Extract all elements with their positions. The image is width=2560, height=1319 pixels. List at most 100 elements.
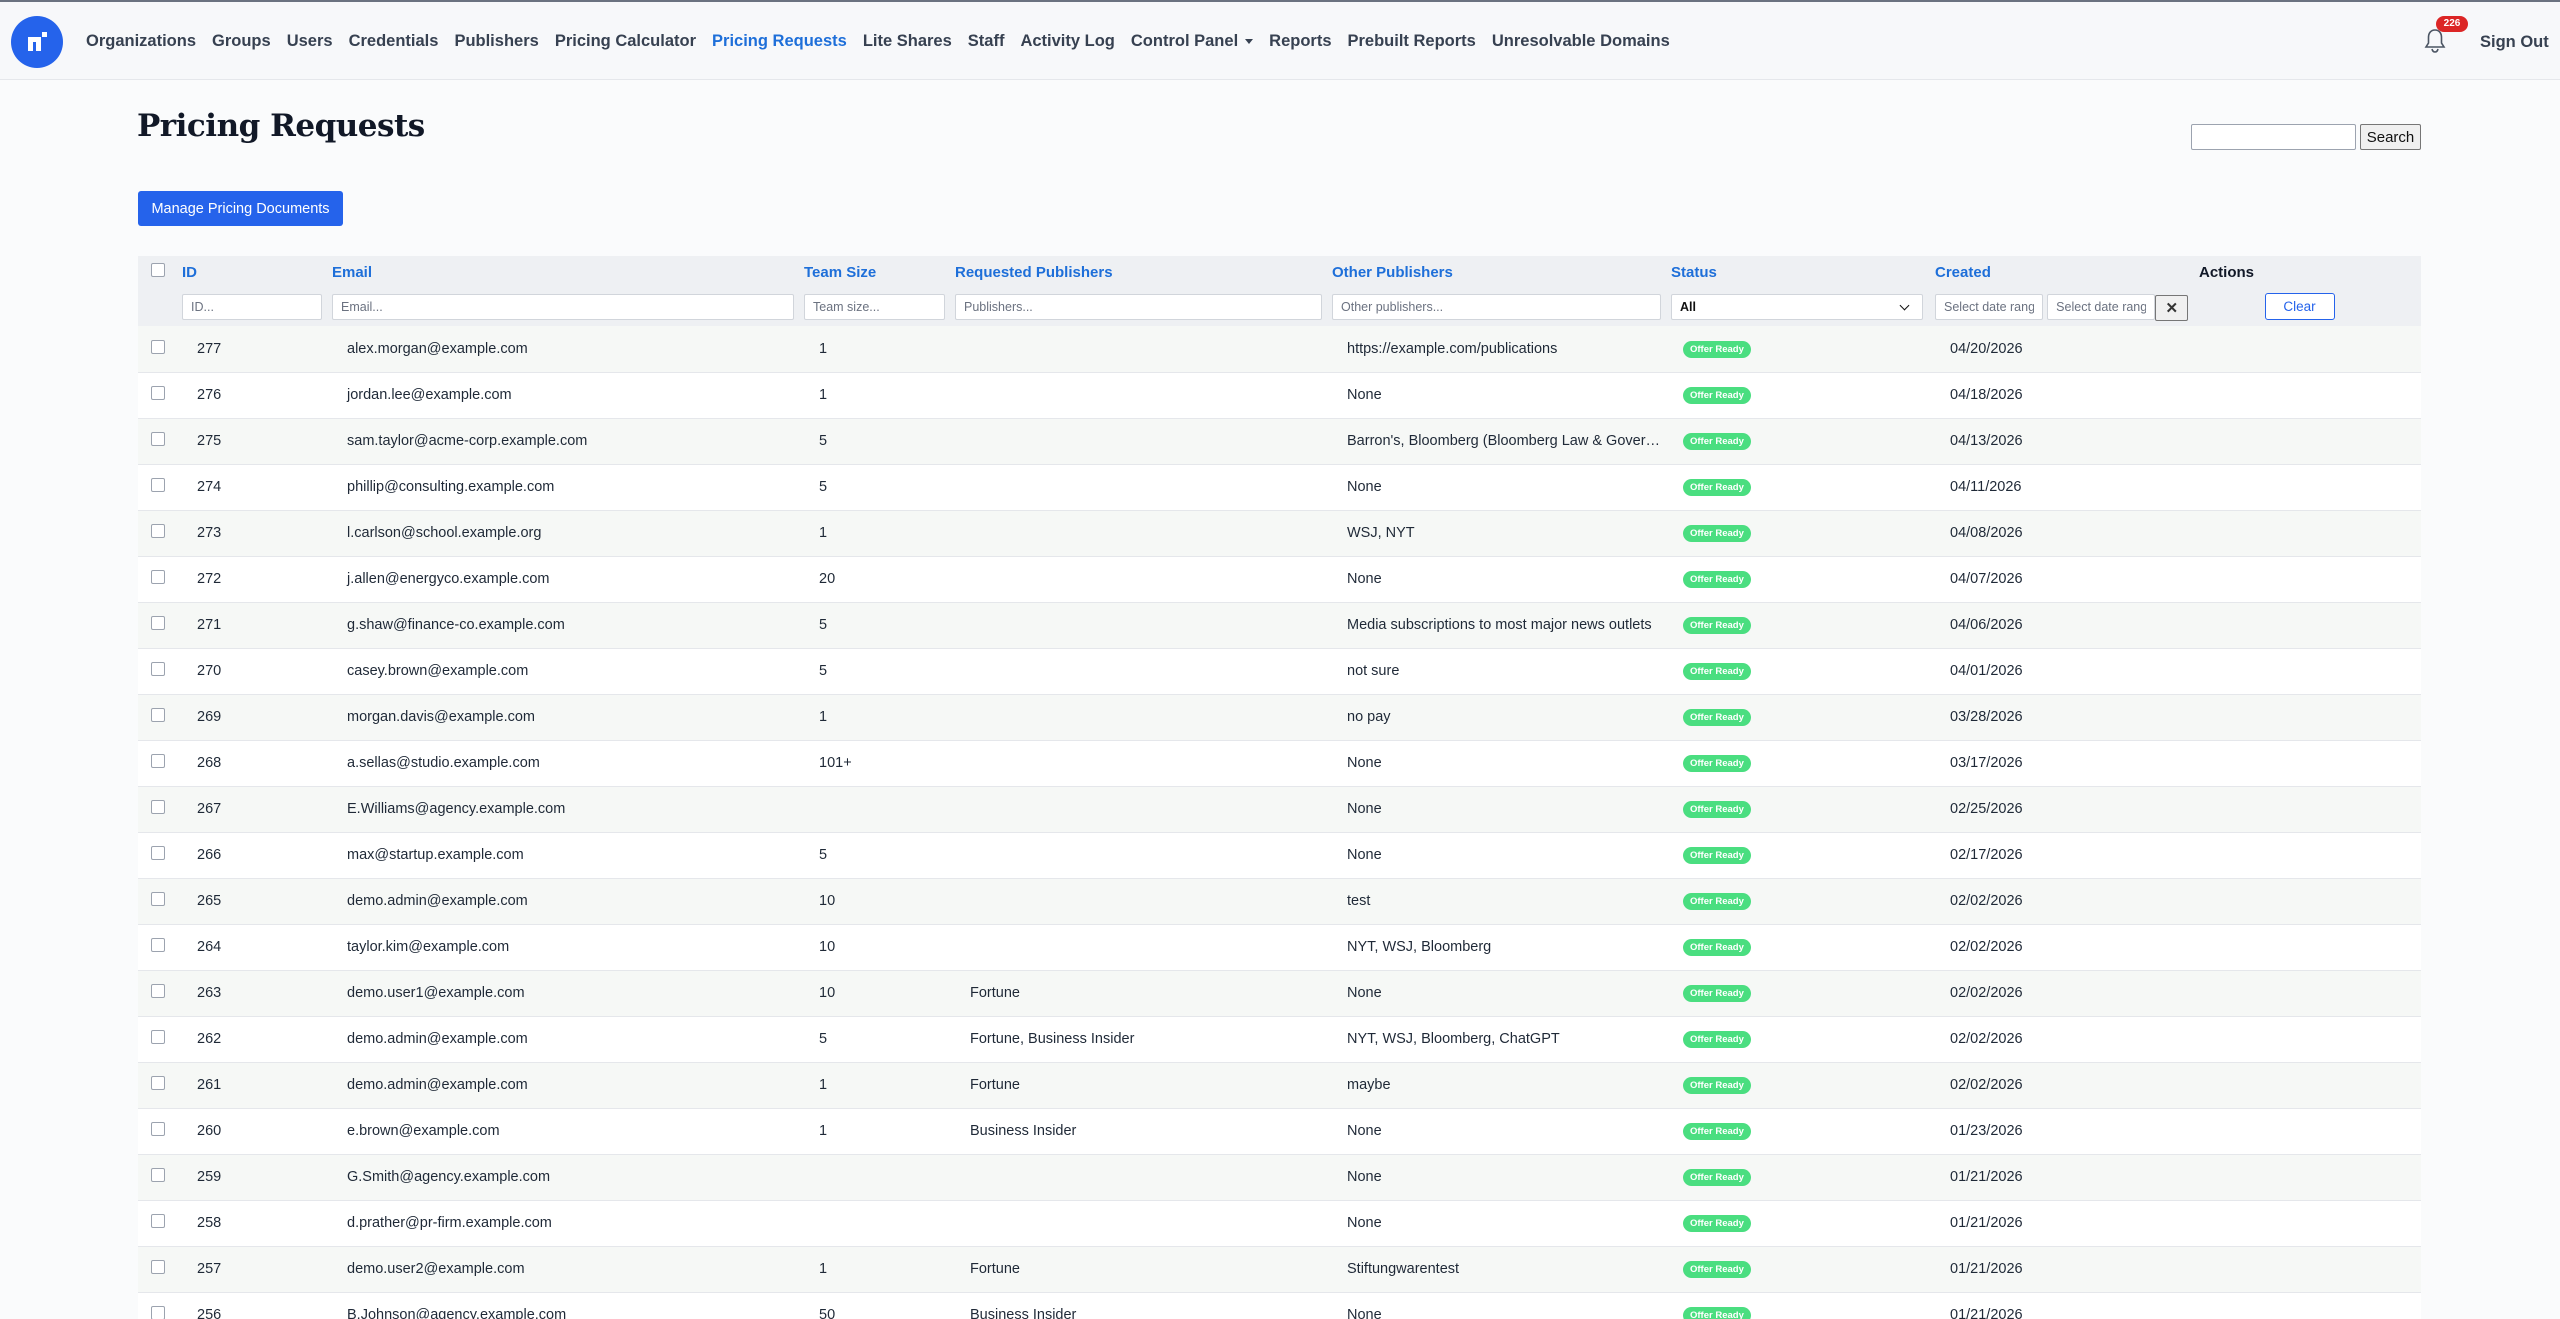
row-checkbox[interactable] (151, 662, 165, 676)
row-created-date: 02/02/2026 (1950, 893, 2023, 909)
column-header-id[interactable]: ID (182, 256, 332, 288)
clear-filters-button[interactable]: Clear (2264, 293, 2335, 321)
row-checkbox[interactable] (151, 1306, 165, 1319)
nav-link-activity-log[interactable]: Activity Log (1020, 32, 1114, 51)
row-created-date: 02/02/2026 (1950, 985, 2023, 1001)
row-created-date: 01/21/2026 (1950, 1307, 2023, 1319)
row-created-date: 01/21/2026 (1950, 1169, 2023, 1185)
id-filter-input[interactable] (182, 294, 322, 320)
row-checkbox[interactable] (151, 478, 165, 492)
logo-mark-icon (28, 32, 47, 51)
row-checkbox[interactable] (151, 570, 165, 584)
column-header-other-publishers[interactable]: Other Publishers (1332, 256, 1671, 288)
row-checkbox[interactable] (151, 708, 165, 722)
nav-link-pricing-requests[interactable]: Pricing Requests (712, 32, 847, 51)
row-requested-publishers: Business Insider (970, 1307, 1077, 1319)
row-other-publishers: https://example.com/publications (1347, 340, 1558, 357)
nav-link-organizations[interactable]: Organizations (86, 32, 196, 51)
status-badge: Offer Ready (1683, 340, 1751, 358)
row-checkbox[interactable] (151, 1260, 165, 1274)
column-header-team-size[interactable]: Team Size (804, 256, 955, 288)
date-to-filter-input[interactable] (2047, 294, 2156, 321)
row-email: max@startup.example.com (347, 847, 524, 863)
column-header-status[interactable]: Status (1671, 256, 1935, 288)
row-checkbox[interactable] (151, 1122, 165, 1136)
row-team-size: 10 (819, 893, 836, 909)
brand-logo[interactable] (11, 16, 63, 68)
nav-link-pricing-calculator[interactable]: Pricing Calculator (555, 32, 696, 51)
column-header-email[interactable]: Email (332, 256, 804, 288)
row-other-publishers: None (1347, 847, 1382, 863)
manage-pricing-documents-button[interactable]: Manage Pricing Documents (138, 191, 343, 226)
team-size-filter-input[interactable] (804, 294, 945, 320)
row-created-date: 02/02/2026 (1950, 939, 2023, 955)
other-publishers-filter-input[interactable] (1332, 294, 1661, 320)
row-checkbox[interactable] (151, 800, 165, 814)
row-checkbox[interactable] (151, 1076, 165, 1090)
row-checkbox[interactable] (151, 339, 165, 354)
nav-link-groups[interactable]: Groups (212, 32, 271, 51)
row-checkbox[interactable] (151, 524, 165, 538)
nav-link-credentials[interactable]: Credentials (349, 32, 439, 51)
row-email: E.Williams@agency.example.com (347, 801, 566, 817)
row-created-date: 04/08/2026 (1950, 525, 2023, 541)
row-checkbox[interactable] (151, 846, 165, 860)
table-header-row: ID Email Team Size Requested Publishers … (138, 256, 2421, 288)
row-checkbox[interactable] (151, 1030, 165, 1044)
table-row: 274 phillip@consulting.example.com 5 None Of… (138, 464, 2421, 510)
search-input[interactable] (2191, 124, 2356, 150)
nav-link-prebuilt-reports[interactable]: Prebuilt Reports (1348, 32, 1476, 51)
row-email: morgan.davis@example.com (347, 709, 535, 725)
nav-link-control-panel[interactable]: Control Panel (1131, 32, 1254, 51)
sign-out-link[interactable]: Sign Out (2480, 33, 2549, 52)
row-other-publishers: None (1347, 1169, 1382, 1185)
row-id: 262 (197, 1031, 222, 1047)
nav-link-users[interactable]: Users (287, 32, 333, 51)
date-from-filter-input[interactable] (1935, 294, 2043, 321)
row-team-size: 5 (819, 847, 828, 863)
row-checkbox[interactable] (151, 386, 165, 400)
row-team-size: 5 (819, 617, 828, 633)
nav-link-label: Prebuilt Reports (1347, 31, 1476, 50)
publishers-filter-input[interactable] (955, 294, 1322, 320)
nav-link-label: Activity Log (1020, 31, 1115, 50)
status-badge: Offer Ready (1683, 617, 1751, 634)
row-other-publishers: maybe (1347, 1077, 1391, 1093)
row-checkbox[interactable] (151, 754, 165, 768)
row-other-publishers: None (1347, 801, 1382, 817)
nav-link-lite-shares[interactable]: Lite Shares (863, 32, 952, 51)
row-checkbox[interactable] (151, 984, 165, 998)
nav-link-unresolvable-domains[interactable]: Unresolvable Domains (1492, 32, 1670, 51)
column-header-requested-publishers[interactable]: Requested Publishers (955, 256, 1332, 288)
search-button[interactable]: Search (2360, 124, 2421, 150)
row-requested-publishers (955, 832, 1332, 878)
status-filter-select[interactable]: All (1671, 294, 1923, 320)
row-id: 263 (197, 985, 222, 1001)
email-filter-input[interactable] (332, 294, 794, 320)
row-checkbox[interactable] (151, 432, 165, 446)
row-checkbox[interactable] (151, 1168, 165, 1182)
row-email: e.brown@example.com (347, 1123, 500, 1139)
table-row: 273 l.carlson@school.example.org 1 WSJ, NYT… (138, 510, 2421, 556)
row-other-publishers: None (1347, 571, 1382, 587)
row-email: demo.admin@example.com (347, 1031, 528, 1047)
select-all-checkbox[interactable] (151, 263, 165, 277)
nav-link-staff[interactable]: Staff (968, 32, 1005, 51)
table-row: 257 demo.user2@example.com 1 Fortune Stiftun… (138, 1246, 2421, 1292)
row-id: 270 (197, 663, 222, 679)
nav-link-publishers[interactable]: Publishers (454, 32, 538, 51)
row-checkbox[interactable] (151, 1214, 165, 1228)
row-team-size: 1 (819, 525, 828, 541)
nav-link-reports[interactable]: Reports (1269, 32, 1331, 51)
clear-date-button[interactable]: ✕ (2155, 294, 2189, 321)
row-checkbox[interactable] (151, 616, 165, 630)
status-badge: Offer Ready (1683, 709, 1751, 726)
row-checkbox[interactable] (151, 938, 165, 952)
row-created-date: 01/21/2026 (1950, 1261, 2023, 1277)
row-checkbox[interactable] (151, 892, 165, 906)
row-email: jordan.lee@example.com (347, 387, 512, 403)
column-header-created[interactable]: Created (1935, 256, 2199, 288)
row-requested-publishers (955, 740, 1332, 786)
row-other-publishers: Barron's, Bloomberg (Bloomberg Law & Gov… (1347, 433, 1671, 449)
row-team-size: 1 (819, 1077, 828, 1093)
